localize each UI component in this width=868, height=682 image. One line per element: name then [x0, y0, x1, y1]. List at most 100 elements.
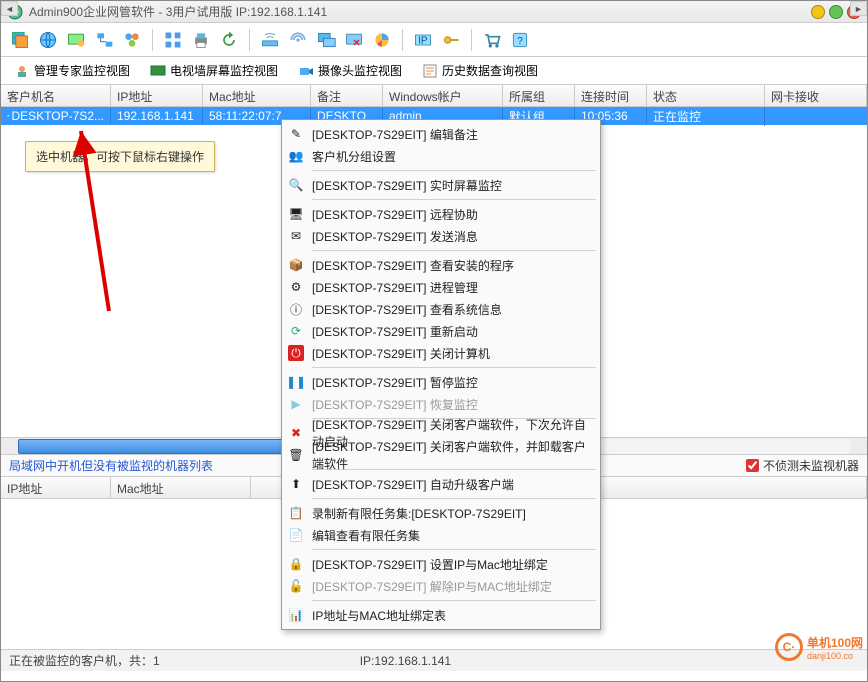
toolbar-broadcast-icon[interactable]	[287, 29, 309, 51]
toolbar-print-icon[interactable]	[190, 29, 212, 51]
menu-send-msg[interactable]: ✉[DESKTOP-7S29EIT] 发送消息	[284, 225, 598, 247]
th-note[interactable]: 备注	[311, 85, 383, 106]
menu-record-task[interactable]: 📋录制新有限任务集:[DESKTOP-7S29EIT]	[284, 502, 598, 524]
tab-history-view[interactable]: 历史数据查询视图	[413, 58, 547, 83]
menu-close-uninstall[interactable]: 🗑[DESKTOP-7S29EIT] 关闭客户端软件，并卸载客户端软件	[284, 444, 598, 466]
menu-remote-assist[interactable]: 🖥[DESKTOP-7S29EIT] 远程协助	[284, 203, 598, 225]
minimize-button[interactable]	[811, 5, 825, 19]
edit-task-icon: 📄	[288, 527, 304, 543]
cell-status: 正在监控	[647, 107, 765, 126]
toolbar-router-icon[interactable]	[259, 29, 281, 51]
toolbar-cascade-icon[interactable]	[9, 29, 31, 51]
monitor-icon	[7, 109, 10, 123]
pencil-icon: ✎	[288, 126, 304, 142]
package-icon: 📦	[288, 257, 304, 273]
menu-realtime-screen[interactable]: 🔍[DESKTOP-7S29EIT] 实时屏幕监控	[284, 174, 598, 196]
tv-icon	[150, 63, 166, 79]
info-icon: ⓘ	[288, 301, 304, 317]
menu-edit-task[interactable]: 📄编辑查看有限任务集	[284, 524, 598, 546]
th-nic[interactable]: 网卡接收	[765, 85, 867, 106]
menu-programs[interactable]: 📦[DESKTOP-7S29EIT] 查看安装的程序	[284, 254, 598, 276]
toolbar-globe-icon[interactable]	[37, 29, 59, 51]
menu-group-settings[interactable]: 👥客户机分组设置	[284, 145, 598, 167]
th-winuser[interactable]: Windows帐户	[383, 85, 503, 106]
th-conn[interactable]: 连接时间	[575, 85, 647, 106]
message-icon: ✉	[288, 228, 304, 244]
toolbar-pc1-icon[interactable]	[315, 29, 337, 51]
menu-shutdown[interactable]: ⏻[DESKTOP-7S29EIT] 关闭计算机	[284, 342, 598, 364]
toolbar-users-icon[interactable]	[121, 29, 143, 51]
cell-ip: 192.168.1.141	[111, 108, 203, 124]
menu-process[interactable]: ⚙[DESKTOP-7S29EIT] 进程管理	[284, 276, 598, 298]
toolbar-key-icon[interactable]	[440, 29, 462, 51]
view-tabs: 管理专家监控视图 电视墙屏幕监控视图 摄像头监控视图 历史数据查询视图	[1, 57, 867, 85]
menu-sysinfo[interactable]: ⓘ[DESKTOP-7S29EIT] 查看系统信息	[284, 298, 598, 320]
tab-label: 管理专家监控视图	[34, 62, 130, 79]
statusbar: 正在被监控的客户机，共：1 IP:192.168.1.141	[1, 649, 867, 671]
play-icon: ▶	[288, 396, 304, 412]
checkbox-label: 不侦测未监视机器	[763, 457, 859, 474]
table-icon: 📊	[288, 607, 304, 623]
lower-caption: 局域网中开机但没有被监视的机器列表	[9, 457, 213, 474]
toolbar-grid-icon[interactable]	[162, 29, 184, 51]
menu-bind-table[interactable]: 📊IP地址与MAC地址绑定表	[284, 604, 598, 626]
menu-pause[interactable]: ❚❚[DESKTOP-7S29EIT] 暂停监控	[284, 371, 598, 393]
menu-restart[interactable]: ⟳[DESKTOP-7S29EIT] 重新启动	[284, 320, 598, 342]
window-title: Admin900企业网管软件 - 3用户试用版 IP:192.168.1.141	[29, 3, 811, 20]
main-toolbar: IP ?	[1, 23, 867, 57]
th-mac[interactable]: Mac地址	[203, 85, 311, 106]
menu-bind-ip[interactable]: 🔒[DESKTOP-7S29EIT] 设置IP与Mac地址绑定	[284, 553, 598, 575]
svg-text:IP: IP	[418, 35, 428, 46]
th-group[interactable]: 所属组	[503, 85, 575, 106]
toolbar-network-icon[interactable]	[93, 29, 115, 51]
toolbar-help-icon[interactable]: ?	[509, 29, 531, 51]
toolbar-screen-icon[interactable]	[65, 29, 87, 51]
tab-label: 电视墙屏幕监控视图	[170, 62, 278, 79]
th-client[interactable]: 客户机名	[1, 85, 111, 106]
svg-text:?: ?	[517, 36, 523, 47]
power-icon: ⏻	[288, 345, 304, 361]
checkbox-input[interactable]	[746, 459, 759, 472]
menu-unbind-ip: 🔓[DESKTOP-7S29EIT] 解除IP与MAC地址绑定	[284, 575, 598, 597]
history-icon	[422, 63, 438, 79]
lock-icon: 🔒	[288, 556, 304, 572]
toolbar-ip-icon[interactable]: IP	[412, 29, 434, 51]
menu-upgrade[interactable]: ⬆[DESKTOP-7S29EIT] 自动升级客户端	[284, 473, 598, 495]
watermark-sub: danji100.co	[807, 651, 863, 661]
screens-icon: 🖥	[288, 206, 304, 222]
upgrade-icon: ⬆	[288, 476, 304, 492]
titlebar: Admin900企业网管软件 - 3用户试用版 IP:192.168.1.141	[1, 1, 867, 23]
maximize-button[interactable]	[829, 5, 843, 19]
close-x-icon: ✖	[288, 425, 304, 441]
context-menu: ✎[DESKTOP-7S29EIT] 编辑备注 👥客户机分组设置 🔍[DESKT…	[281, 119, 601, 630]
table-header: 客户机名 IP地址 Mac地址 备注 Windows帐户 所属组 连接时间 状态…	[1, 85, 867, 107]
tab-tv-view[interactable]: 电视墙屏幕监控视图	[141, 58, 287, 83]
lth-ip[interactable]: IP地址	[1, 477, 111, 498]
lth-mac[interactable]: Mac地址	[111, 477, 251, 498]
pause-icon: ❚❚	[288, 374, 304, 390]
magnifier-icon: 🔍	[288, 177, 304, 193]
gear-icon: ⚙	[288, 279, 304, 295]
menu-edit-note[interactable]: ✎[DESKTOP-7S29EIT] 编辑备注	[284, 123, 598, 145]
toolbar-refresh-icon[interactable]	[218, 29, 240, 51]
status-count: 正在被监控的客户机，共：1	[9, 652, 160, 669]
restart-icon: ⟳	[288, 323, 304, 339]
tab-expert-view[interactable]: 管理专家监控视图	[5, 58, 139, 83]
hint-tooltip: 选中机器，可按下鼠标右键操作	[25, 141, 215, 172]
toolbar-pc2-icon[interactable]	[343, 29, 365, 51]
users-icon: 👥	[288, 148, 304, 164]
uninstall-icon: 🗑	[288, 447, 304, 463]
th-ip[interactable]: IP地址	[111, 85, 203, 106]
watermark-logo: C· 单机100网 danji100.co	[775, 633, 863, 661]
toolbar-chart-icon[interactable]	[371, 29, 393, 51]
watermark-text: 单机100网	[807, 634, 863, 651]
status-ip: IP:192.168.1.141	[360, 654, 451, 668]
camera-icon	[298, 63, 314, 79]
menu-resume: ▶[DESKTOP-7S29EIT] 恢复监控	[284, 393, 598, 415]
detect-checkbox[interactable]: 不侦测未监视机器	[746, 457, 859, 474]
tab-camera-view[interactable]: 摄像头监控视图	[289, 58, 411, 83]
toolbar-cart-icon[interactable]	[481, 29, 503, 51]
th-status[interactable]: 状态	[647, 85, 765, 106]
cell-client: DESKTOP-7S2...	[12, 109, 104, 123]
hint-text: 选中机器，可按下鼠标右键操作	[36, 150, 204, 164]
